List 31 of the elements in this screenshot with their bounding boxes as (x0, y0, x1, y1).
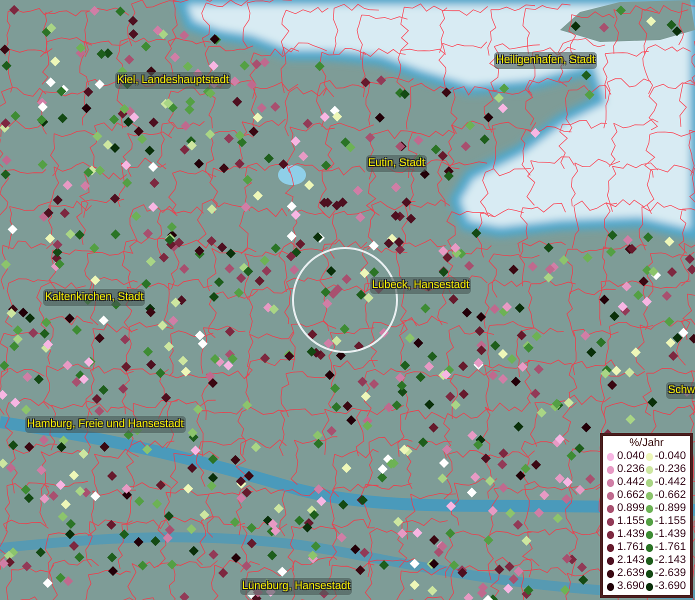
place-label: Eutin, Stadt (366, 155, 427, 172)
legend-value: 1.155 (617, 515, 646, 528)
legend-value: 0.662 (617, 489, 646, 502)
legend-value: 0.899 (617, 502, 646, 515)
legend-value: 1.761 (617, 541, 646, 554)
place-label: Kiel, Landeshauptstadt (115, 72, 231, 88)
legend-value: -0.662 (654, 489, 686, 502)
legend-value: -2.639 (654, 567, 686, 580)
legend-value: 0.040 (617, 450, 646, 463)
legend-value: -0.442 (654, 476, 686, 489)
legend-value: 0.236 (617, 463, 646, 476)
place-label: Lübeck, Hansestadt (370, 277, 472, 294)
place-label: Heiligenhafen, Stadt (494, 52, 598, 68)
legend-value: -0.040 (654, 450, 686, 463)
place-label: Hamburg, Freie und Hansestadt (25, 416, 186, 432)
legend-value: 0.442 (617, 476, 646, 489)
place-label: Lüneburg, Hansestadt (240, 578, 352, 594)
legend-value: 3.690 (617, 580, 646, 593)
legend-value: -0.236 (654, 463, 686, 476)
legend-value: -2.143 (654, 554, 686, 567)
legend-value: -1.439 (654, 528, 686, 541)
place-label: Schw (666, 382, 695, 398)
place-label: Kaltenkirchen, Stadt (43, 289, 146, 306)
legend-value: -1.155 (654, 515, 686, 528)
legend-value: 2.639 (617, 567, 646, 580)
legend-value: -1.761 (654, 541, 686, 554)
legend-value: 2.143 (617, 554, 646, 567)
legend-value: -0.899 (654, 502, 686, 515)
legend-value: -3.690 (654, 580, 686, 593)
legend-title: %/Jahr (628, 436, 665, 450)
legend-value: 1.439 (617, 528, 646, 541)
